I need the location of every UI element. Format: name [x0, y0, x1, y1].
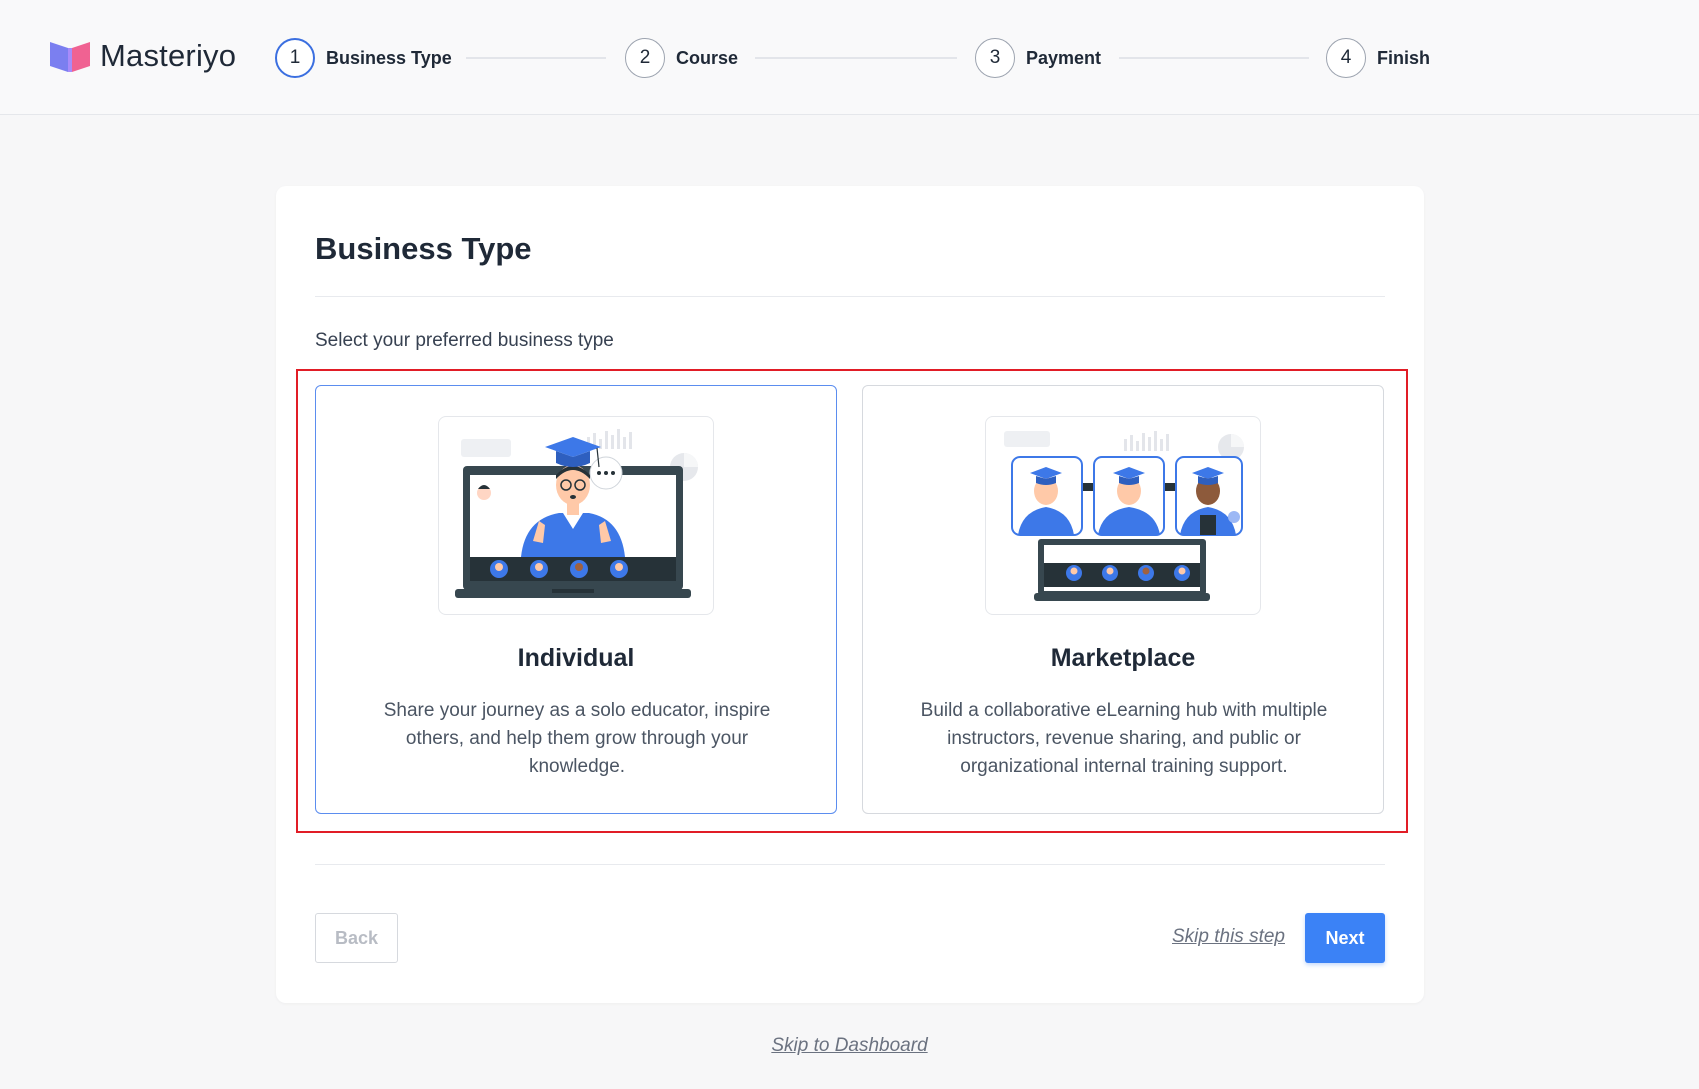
option-individual[interactable]: Individual Share your journey as a solo …: [315, 385, 837, 814]
option-marketplace[interactable]: Marketplace Build a collaborative eLearn…: [862, 385, 1384, 814]
step-connector: [755, 57, 957, 59]
card-subtitle: Select your preferred business type: [315, 330, 614, 351]
step-course[interactable]: 2 Course: [625, 38, 738, 78]
divider: [315, 296, 1385, 297]
option-title: Individual: [517, 644, 635, 672]
option-description: Build a collaborative eLearning hub with…: [920, 700, 1328, 777]
step-number: 1: [275, 38, 315, 78]
step-number: 3: [975, 38, 1015, 78]
step-number: 2: [625, 38, 665, 78]
brand-name: Masteriyo: [100, 38, 237, 73]
divider: [315, 864, 1385, 865]
step-finish[interactable]: 4 Finish: [1326, 38, 1430, 78]
step-label: Business Type: [326, 47, 452, 68]
next-button[interactable]: Next: [1305, 913, 1385, 963]
individual-illustration: [438, 416, 714, 615]
step-payment[interactable]: 3 Payment: [975, 38, 1101, 78]
step-label: Payment: [1026, 47, 1102, 68]
option-description: Share your journey as a solo educator, i…: [383, 700, 771, 777]
business-type-card: Business Type Select your preferred busi…: [276, 186, 1424, 1003]
skip-step-link[interactable]: Skip this step: [1172, 926, 1285, 948]
option-title: Marketplace: [1050, 644, 1196, 672]
page-title: Business Type: [315, 231, 532, 266]
step-connector: [466, 57, 606, 59]
setup-header: Masteriyo 1 Business Type 2 Course 3 Pay…: [0, 0, 1699, 115]
skip-to-dashboard-link[interactable]: Skip to Dashboard: [0, 1035, 1699, 1057]
step-connector: [1119, 57, 1309, 59]
marketplace-illustration: [985, 416, 1261, 615]
step-label: Finish: [1377, 47, 1430, 68]
step-label: Course: [676, 47, 739, 68]
step-number: 4: [1326, 38, 1366, 78]
masteriyo-logo-icon: [50, 42, 90, 72]
back-button[interactable]: Back: [315, 913, 398, 963]
brand-logo[interactable]: Masteriyo: [48, 38, 236, 74]
step-business-type[interactable]: 1 Business Type: [275, 38, 452, 78]
